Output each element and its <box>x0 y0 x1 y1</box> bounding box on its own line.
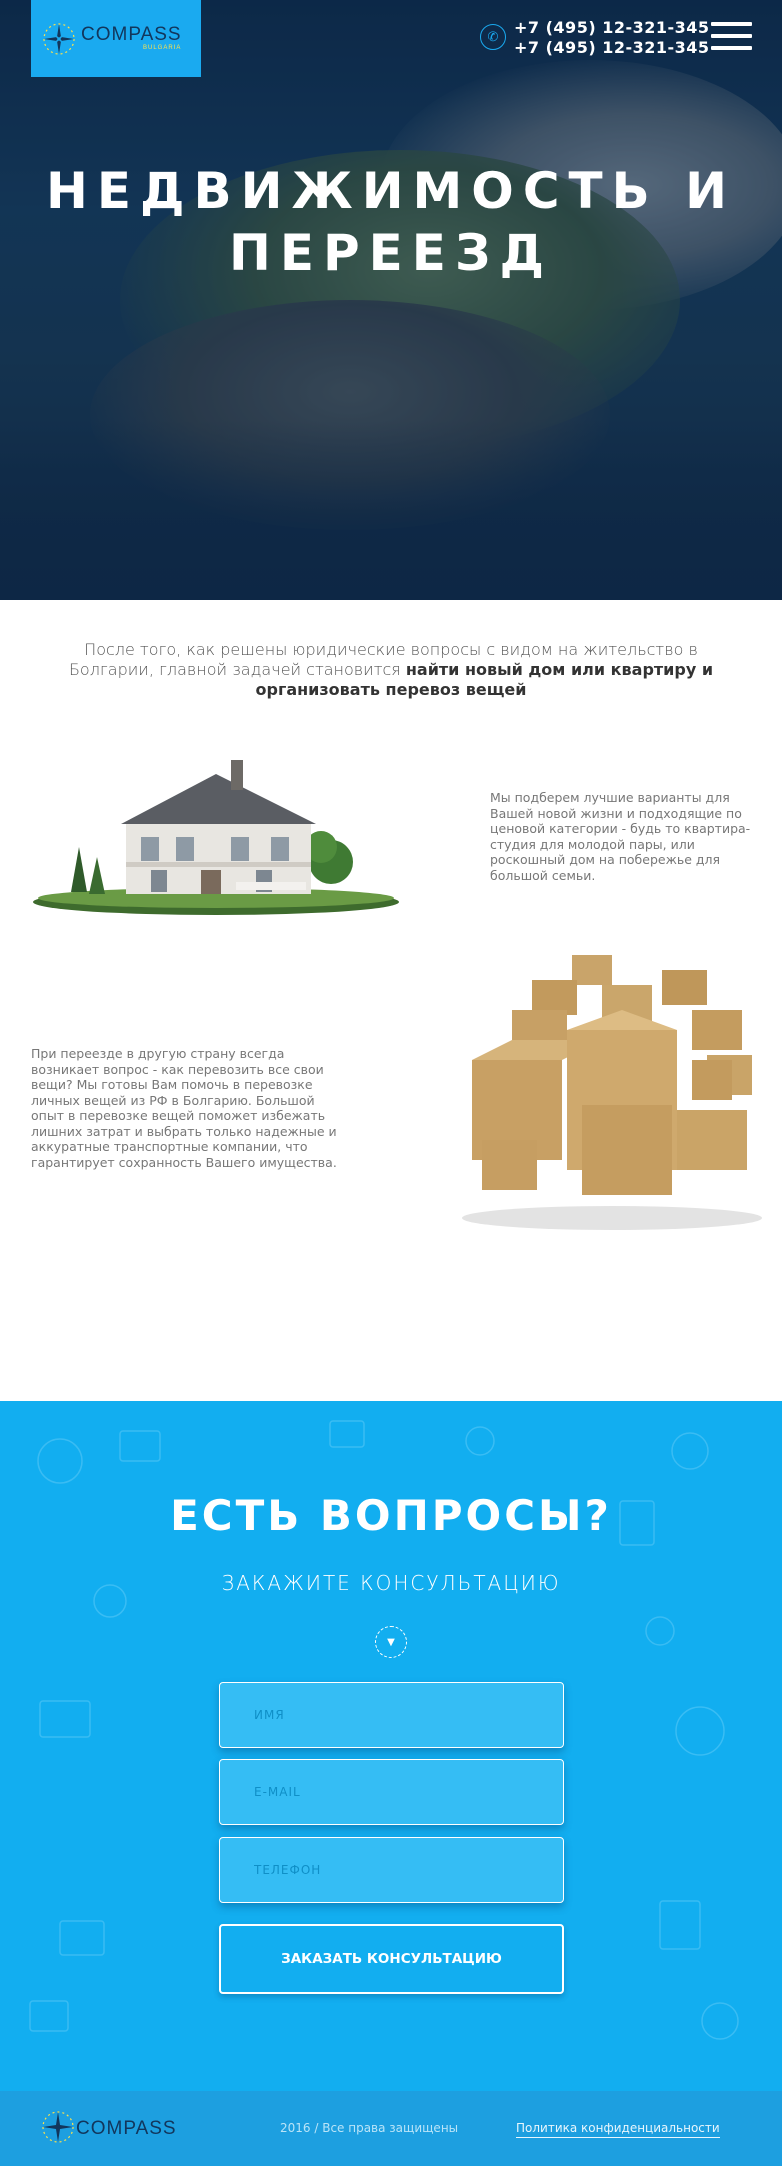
contact-subtitle: ЗАКАЖИТЕ КОНСУЛЬТАЦИЮ <box>221 1571 561 1595</box>
moving-description: При переезде в другую страну всегда возн… <box>31 1046 337 1170</box>
boxes-image <box>462 955 762 1230</box>
phone-number-1[interactable]: +7 (495) 12-321-345 <box>514 18 710 38</box>
email-input[interactable] <box>220 1760 563 1824</box>
footer-logo[interactable]: COMPASS <box>40 2109 177 2149</box>
chevron-down-icon: ▼ <box>375 1626 407 1658</box>
phone-list: +7 (495) 12-321-345 +7 (495) 12-321-345 <box>514 18 710 58</box>
page-title: НЕДВИЖИМОСТЬ И ПЕРЕЕЗД <box>0 160 782 284</box>
compass-star-icon <box>41 21 77 57</box>
logo[interactable]: COMPASS BULGARIA <box>31 0 201 77</box>
privacy-policy-link[interactable]: Политика конфиденциальности <box>516 2121 720 2138</box>
page-title-line-1: НЕДВИЖИМОСТЬ И <box>46 162 736 220</box>
footer: COMPASS 2016 / Все права защищены Полити… <box>0 2091 782 2166</box>
submit-button[interactable]: ЗАКАЗАТЬ КОНСУЛЬТАЦИЮ <box>219 1924 564 1994</box>
house-description: Мы подберем лучшие варианты для Вашей но… <box>490 790 751 883</box>
email-field <box>219 1759 564 1825</box>
phone-icon: ✆ <box>480 24 506 50</box>
house-image <box>33 760 399 915</box>
contact-section: ЕСТЬ ВОПРОСЫ? ЗАКАЖИТЕ КОНСУЛЬТАЦИЮ ▼ ЗА… <box>0 1401 782 2091</box>
name-field <box>219 1682 564 1748</box>
menu-icon[interactable] <box>711 22 752 50</box>
logo-name: COMPASS <box>81 24 182 45</box>
page-title-line-2: ПЕРЕЕЗД <box>228 224 553 282</box>
phone-input[interactable] <box>220 1838 563 1902</box>
compass-star-icon <box>40 2109 76 2149</box>
phone-field <box>219 1837 564 1903</box>
intro-text: После того, как решены юридические вопро… <box>40 640 742 700</box>
logo-subtitle: BULGARIA <box>143 45 182 51</box>
hero-section: COMPASS BULGARIA ✆ +7 (495) 12-321-345 +… <box>0 0 782 600</box>
copyright-text: 2016 / Все права защищены <box>280 2121 459 2135</box>
phone-number-2[interactable]: +7 (495) 12-321-345 <box>514 38 710 58</box>
footer-logo-name: COMPASS <box>76 2118 177 2139</box>
contact-title: ЕСТЬ ВОПРОСЫ? <box>170 1491 612 1540</box>
hero-overlay <box>0 0 782 600</box>
name-input[interactable] <box>220 1683 563 1747</box>
